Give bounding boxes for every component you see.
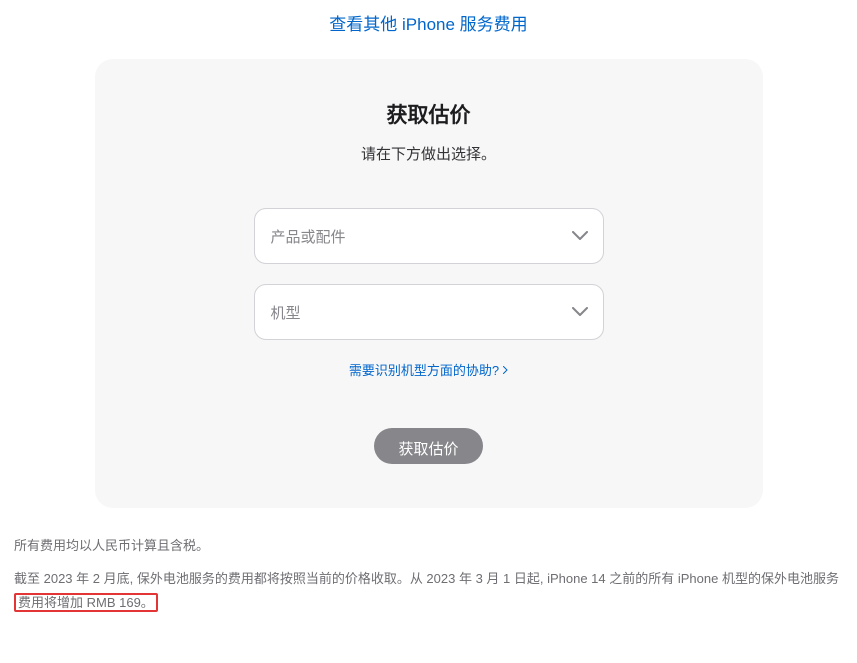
footer-line-2-text: 截至 2023 年 2 月底, 保外电池服务的费用都将按照当前的价格收取。从 2… [14, 571, 839, 586]
product-select[interactable]: 产品或配件 [254, 208, 604, 264]
card-subtitle: 请在下方做出选择。 [135, 143, 723, 164]
footer-line-1: 所有费用均以人民币计算且含税。 [14, 534, 843, 557]
product-select-placeholder: 产品或配件 [271, 226, 346, 247]
model-select[interactable]: 机型 [254, 284, 604, 340]
model-select-wrapper: 机型 [254, 284, 604, 340]
chevron-right-icon [503, 366, 508, 374]
estimate-card: 获取估价 请在下方做出选择。 产品或配件 机型 需要识别机型方面的协助? [95, 59, 763, 508]
help-link-text: 需要识别机型方面的协助? [349, 360, 499, 379]
model-select-placeholder: 机型 [271, 302, 301, 323]
top-link-wrapper: 查看其他 iPhone 服务费用 [10, 0, 847, 59]
identify-model-help-link[interactable]: 需要识别机型方面的协助? [349, 360, 508, 379]
get-estimate-button[interactable]: 获取估价 [374, 428, 482, 464]
card-title: 获取估价 [135, 99, 723, 129]
price-increase-highlight: 费用将增加 RMB 169。 [14, 593, 158, 612]
footer-disclaimer: 所有费用均以人民币计算且含税。 截至 2023 年 2 月底, 保外电池服务的费… [10, 534, 847, 614]
help-link-wrapper: 需要识别机型方面的协助? [135, 360, 723, 380]
product-select-wrapper: 产品或配件 [254, 208, 604, 264]
other-service-fees-link[interactable]: 查看其他 iPhone 服务费用 [329, 15, 527, 34]
footer-line-2: 截至 2023 年 2 月底, 保外电池服务的费用都将按照当前的价格收取。从 2… [14, 567, 843, 614]
